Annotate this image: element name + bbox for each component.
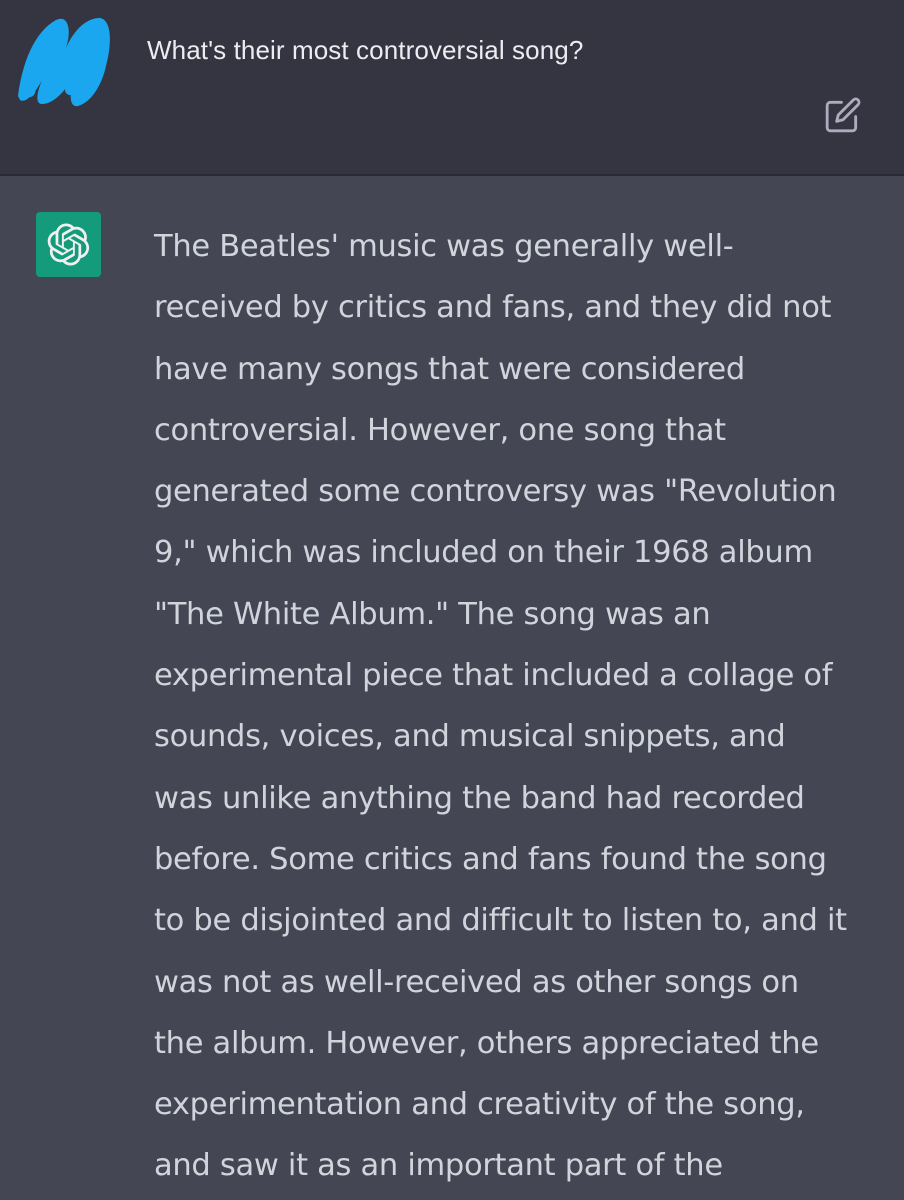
scribble-avatar-icon (18, 18, 110, 107)
message-line: the album. However, others appreciated t… (154, 1025, 819, 1061)
assistant-avatar (36, 212, 101, 277)
openai-logo-icon (47, 223, 90, 266)
message-line: was not as well-received as other songs … (154, 964, 799, 1000)
edit-icon (825, 97, 861, 133)
message-line: experimentation and creativity of the so… (154, 1087, 805, 1123)
message-line: generated some controversy was "Revoluti… (154, 474, 837, 510)
message-line: to be disjointed and difficult to listen… (154, 903, 847, 939)
message-line: The Beatles' music was generally well- (154, 229, 734, 264)
message-line: before. Some critics and fans found the … (154, 841, 827, 877)
message-line: and saw it as an important part of the (154, 1148, 723, 1184)
message-line: controversial. However, one song that (154, 412, 726, 448)
user-message-text: What's their most controversial song? (147, 35, 584, 65)
assistant-message-row: The Beatles' music was generally well- r… (0, 176, 904, 1200)
message-line: experimental piece that included a colla… (154, 658, 833, 694)
message-line: sounds, voices, and musical snippets, an… (154, 719, 786, 755)
message-line: "The White Album." The song was an (154, 596, 711, 632)
message-line: was unlike anything the band had recorde… (154, 780, 805, 816)
message-line: 9," which was included on their 1968 alb… (154, 535, 813, 571)
message-line: received by critics and fans, and they d… (154, 290, 832, 326)
user-message-row: What's their most controversial song? (0, 0, 904, 176)
message-line: have many songs that were considered (154, 351, 745, 387)
edit-message-button[interactable] (824, 96, 862, 134)
assistant-message-text: The Beatles' music was generally well- r… (154, 216, 874, 1197)
user-avatar (8, 4, 120, 112)
